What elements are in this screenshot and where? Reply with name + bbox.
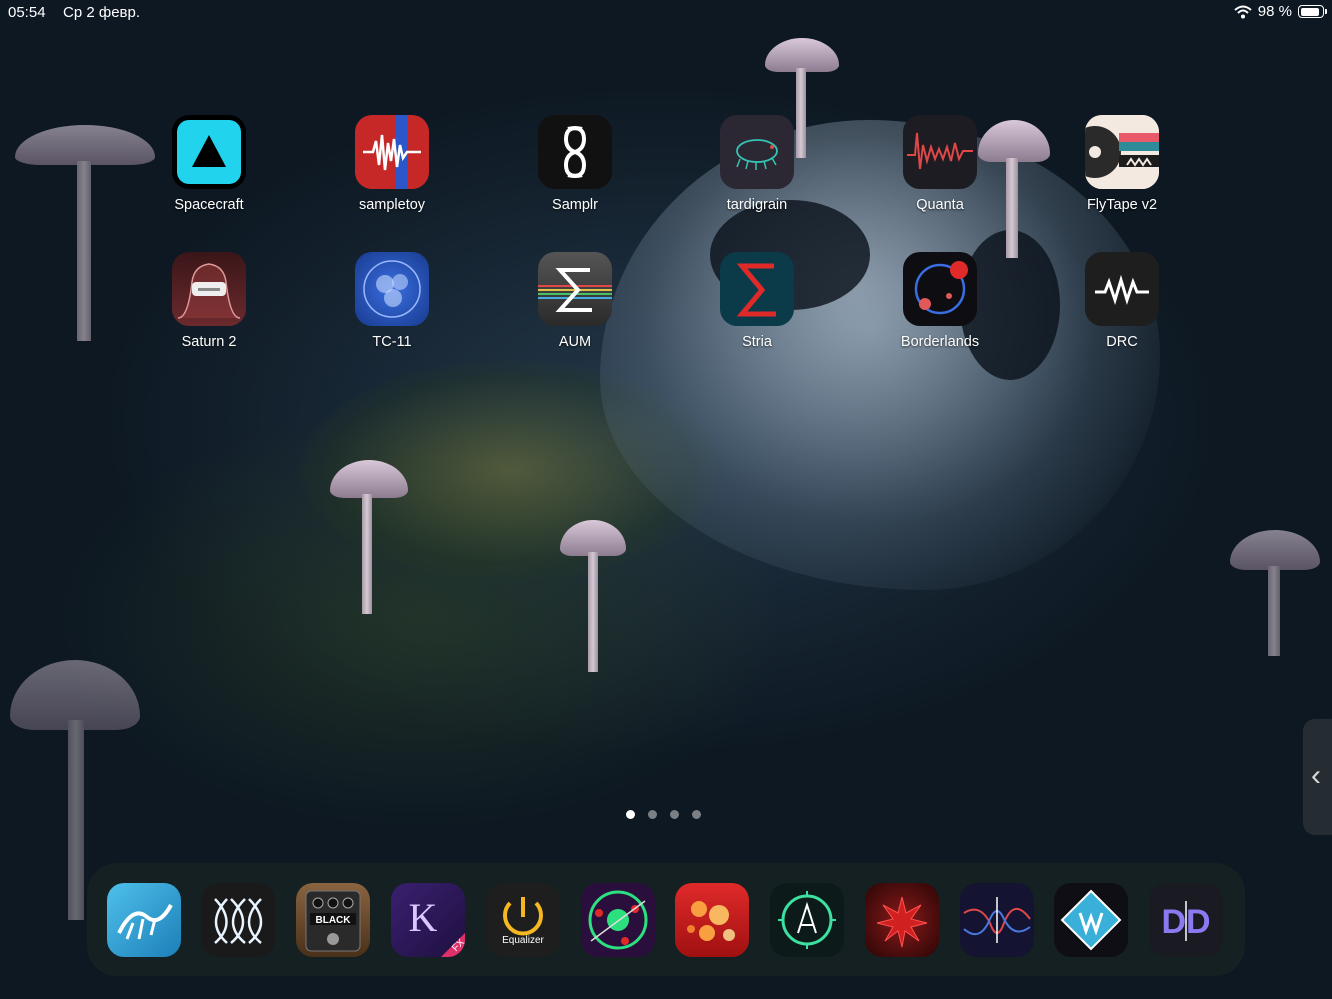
filter-curve-icon bbox=[963, 897, 1031, 943]
power-equalizer-icon: Equalizer bbox=[502, 897, 545, 946]
sigma-red-icon bbox=[720, 252, 794, 326]
equalizer-label: Equalizer bbox=[502, 935, 544, 946]
status-time: 05:54 bbox=[8, 4, 46, 21]
wifi-icon bbox=[1234, 5, 1252, 18]
app-tardigrain[interactable]: tardigrain bbox=[687, 115, 827, 213]
app-tc11[interactable]: TC-11 bbox=[322, 252, 462, 350]
red-bubbles-icon bbox=[687, 901, 735, 941]
battery-percent: 98 % bbox=[1257, 3, 1292, 20]
app-label: sampletoy bbox=[358, 197, 426, 213]
dock-app-10[interactable] bbox=[960, 883, 1034, 957]
tape-reel-icon bbox=[1085, 115, 1159, 189]
page-indicator[interactable] bbox=[626, 810, 701, 819]
pedal-label: BLACK bbox=[316, 915, 352, 926]
dock-app-8[interactable] bbox=[770, 883, 844, 957]
lattice-icon bbox=[214, 898, 263, 944]
dd-logo-icon: DD bbox=[1161, 901, 1211, 941]
app-label: FlyTape v2 bbox=[1086, 197, 1158, 213]
pedal-icon: BLACK bbox=[305, 890, 361, 952]
triangle-icon bbox=[172, 115, 246, 189]
page-dot[interactable] bbox=[626, 810, 635, 819]
app-label: Quanta bbox=[916, 197, 964, 213]
page-dot[interactable] bbox=[670, 810, 679, 819]
status-indicators: 98 % bbox=[1234, 3, 1327, 20]
slide-over-handle[interactable]: ‹ bbox=[1303, 719, 1332, 835]
status-date: Ср 2 февр. bbox=[63, 4, 141, 21]
dock-app-5[interactable]: Equalizer bbox=[486, 883, 560, 957]
sigma-icon bbox=[538, 252, 612, 326]
diamond-logo-icon bbox=[1060, 889, 1122, 951]
app-drc[interactable]: DRC bbox=[1052, 252, 1192, 350]
app-label: DRC bbox=[1106, 334, 1138, 350]
letter-k-icon: KFX bbox=[409, 895, 465, 957]
app-samplr[interactable]: Samplr bbox=[505, 115, 645, 213]
app-label: AUM bbox=[558, 334, 592, 350]
dock-app-7[interactable] bbox=[675, 883, 749, 957]
page-dot[interactable] bbox=[692, 810, 701, 819]
app-borderlands[interactable]: Borderlands bbox=[870, 252, 1010, 350]
waveform-icon bbox=[355, 115, 429, 189]
dock-app-2[interactable] bbox=[201, 883, 275, 957]
dock-app-1[interactable] bbox=[107, 883, 181, 957]
app-label: Saturn 2 bbox=[181, 334, 237, 350]
dock-app-6[interactable] bbox=[581, 883, 655, 957]
dock-app-12[interactable]: DD bbox=[1149, 883, 1223, 957]
saturation-curve-icon bbox=[172, 252, 246, 326]
app-quanta[interactable]: Quanta bbox=[870, 115, 1010, 213]
s-curve-icon bbox=[538, 115, 612, 189]
page-dot[interactable] bbox=[648, 810, 657, 819]
red-burst-icon bbox=[876, 896, 928, 948]
chevron-left-icon: ‹ bbox=[1311, 759, 1321, 792]
circles-icon bbox=[355, 252, 429, 326]
app-sampletoy[interactable]: sampletoy bbox=[322, 115, 462, 213]
app-stria[interactable]: Stria bbox=[687, 252, 827, 350]
status-bar: 05:54 Ср 2 февр. 98 % bbox=[0, 0, 1332, 24]
app-saturn[interactable]: Saturn 2 bbox=[139, 252, 279, 350]
dock-app-3[interactable]: BLACK bbox=[296, 883, 370, 957]
dock-app-4[interactable]: K FX bbox=[391, 883, 465, 957]
resistor-icon bbox=[1085, 252, 1159, 326]
app-label: TC-11 bbox=[372, 334, 412, 350]
battery-icon bbox=[1298, 5, 1327, 18]
dock: BLACK K FX Equalizer DD bbox=[87, 863, 1245, 976]
app-label: Spacecraft bbox=[174, 197, 244, 213]
app-flytape[interactable]: FlyTape v2 bbox=[1052, 115, 1192, 213]
k-letter: K bbox=[409, 895, 438, 940]
app-label: Borderlands bbox=[900, 334, 980, 350]
orbit-green-icon bbox=[588, 890, 648, 950]
app-spacecraft[interactable]: Spacecraft bbox=[139, 115, 279, 213]
app-label: tardigrain bbox=[726, 197, 788, 213]
orbit-dots-icon bbox=[903, 252, 977, 326]
app-label: Stria bbox=[742, 334, 772, 350]
compass-a-icon bbox=[778, 891, 836, 949]
app-label: Samplr bbox=[552, 197, 598, 213]
wave-bridge-icon bbox=[117, 904, 173, 940]
tardigrade-icon bbox=[720, 115, 794, 189]
dock-app-11[interactable] bbox=[1054, 883, 1128, 957]
app-aum[interactable]: AUM bbox=[505, 252, 645, 350]
dock-app-9[interactable] bbox=[865, 883, 939, 957]
wave-line-icon bbox=[903, 115, 977, 189]
